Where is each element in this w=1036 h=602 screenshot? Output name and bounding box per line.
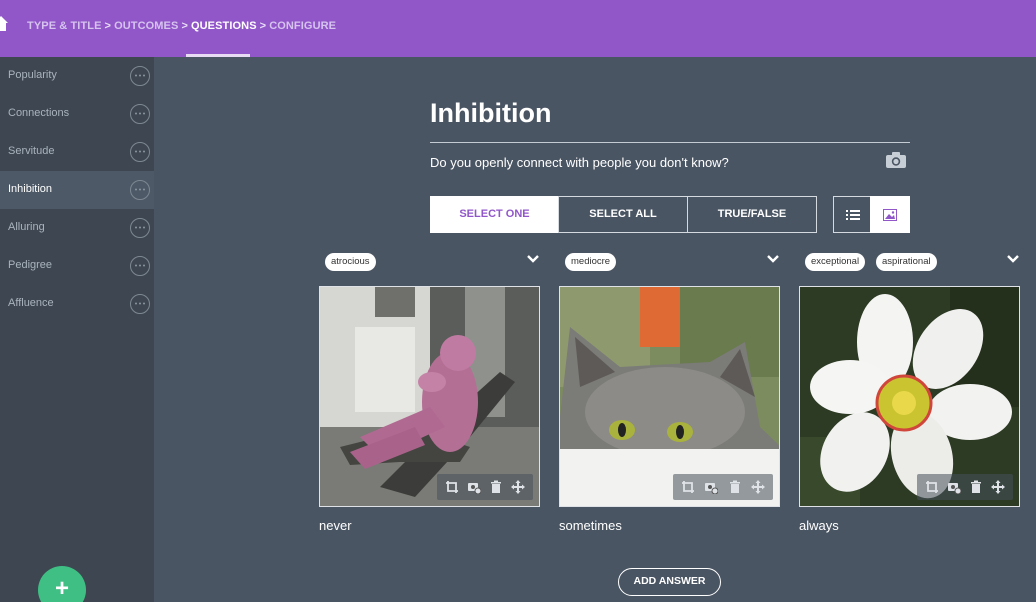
question-text[interactable]: Do you openly connect with people you do…: [430, 155, 729, 170]
image-toolbar: [917, 474, 1013, 500]
sidebar-item-connections[interactable]: Connections: [0, 95, 154, 133]
breadcrumb-questions[interactable]: QUESTIONS: [191, 20, 257, 32]
sidebar-item-label: Alluring: [8, 221, 45, 233]
sidebar: Popularity Connections Servitude Inhibit…: [0, 57, 154, 602]
more-options-icon[interactable]: [130, 218, 150, 238]
image-toolbar: [437, 474, 533, 500]
breadcrumb-separator: >: [259, 20, 267, 32]
answer-image-card[interactable]: [559, 286, 780, 507]
add-answer-button[interactable]: ADD ANSWER: [618, 568, 721, 596]
more-options-icon[interactable]: [130, 294, 150, 314]
answer-tag[interactable]: exceptional: [805, 253, 866, 271]
crop-icon[interactable]: [925, 480, 939, 494]
replace-image-icon[interactable]: [704, 480, 718, 494]
chevron-down-icon[interactable]: [766, 253, 780, 265]
breadcrumb-type-title[interactable]: TYPE & TITLE: [27, 20, 102, 32]
breadcrumb-separator: >: [181, 20, 188, 32]
trash-icon[interactable]: [728, 480, 742, 494]
breadcrumb-separator: >: [104, 20, 112, 32]
sidebar-item-popularity[interactable]: Popularity: [0, 57, 154, 95]
camera-icon[interactable]: [885, 151, 907, 169]
sidebar-item-alluring[interactable]: Alluring: [0, 209, 154, 247]
move-icon[interactable]: [991, 480, 1005, 494]
question-title[interactable]: Inhibition: [430, 98, 551, 129]
add-question-button[interactable]: +: [38, 566, 86, 602]
trash-icon[interactable]: [489, 480, 503, 494]
list-icon: [846, 210, 860, 220]
more-options-icon[interactable]: [130, 66, 150, 86]
sidebar-item-label: Pedigree: [8, 259, 53, 271]
more-options-icon[interactable]: [130, 104, 150, 124]
select-one-tab[interactable]: SELECT ONE: [430, 196, 559, 233]
breadcrumb-configure[interactable]: CONFIGURE: [269, 20, 336, 32]
sidebar-item-inhibition[interactable]: Inhibition: [0, 171, 154, 209]
answer-label[interactable]: sometimes: [559, 518, 622, 533]
move-icon[interactable]: [751, 480, 765, 494]
sidebar-item-label: Affluence: [8, 297, 54, 309]
trash-icon[interactable]: [969, 480, 983, 494]
true-false-tab[interactable]: TRUE/FALSE: [687, 196, 817, 233]
answer-label[interactable]: always: [799, 518, 839, 533]
more-options-icon[interactable]: [130, 142, 150, 162]
more-options-icon[interactable]: [130, 180, 150, 200]
sidebar-item-label: Popularity: [8, 69, 57, 81]
answer-tag[interactable]: aspirational: [876, 253, 937, 271]
sidebar-item-label: Servitude: [8, 145, 55, 157]
image-toolbar: [673, 474, 773, 500]
sidebar-item-pedigree[interactable]: Pedigree: [0, 247, 154, 285]
list-view-button[interactable]: [833, 196, 871, 233]
title-divider: [430, 142, 910, 143]
crop-icon[interactable]: [681, 480, 695, 494]
sidebar-item-servitude[interactable]: Servitude: [0, 133, 154, 171]
breadcrumb: TYPE & TITLE > OUTCOMES > QUESTIONS > CONFIGUR…: [27, 20, 336, 32]
sidebar-item-label: Inhibition: [8, 183, 53, 195]
move-icon[interactable]: [511, 480, 525, 494]
select-all-tab[interactable]: SELECT ALL: [558, 196, 688, 233]
more-options-icon[interactable]: [130, 256, 150, 276]
home-icon[interactable]: [0, 14, 8, 32]
chevron-down-icon[interactable]: [1006, 253, 1020, 265]
crop-icon[interactable]: [445, 480, 459, 494]
answer-image-card[interactable]: [319, 286, 540, 507]
replace-image-icon[interactable]: [467, 480, 481, 494]
answer-tag[interactable]: mediocre: [565, 253, 617, 271]
active-step-underline: [186, 54, 250, 57]
replace-image-icon[interactable]: [947, 480, 961, 494]
answer-label[interactable]: never: [319, 518, 352, 533]
chevron-down-icon[interactable]: [526, 253, 540, 265]
sidebar-item-label: Connections: [8, 107, 70, 119]
image-view-button[interactable]: [870, 196, 910, 233]
top-bar: TYPE & TITLE > OUTCOMES > QUESTIONS > CONFIGUR…: [0, 0, 1036, 57]
sidebar-item-affluence[interactable]: Affluence: [0, 285, 154, 323]
breadcrumb-outcomes[interactable]: OUTCOMES: [114, 20, 178, 32]
answer-tag[interactable]: atrocious: [325, 253, 376, 271]
answer-image-card[interactable]: [799, 286, 1020, 507]
image-icon: [883, 209, 897, 221]
